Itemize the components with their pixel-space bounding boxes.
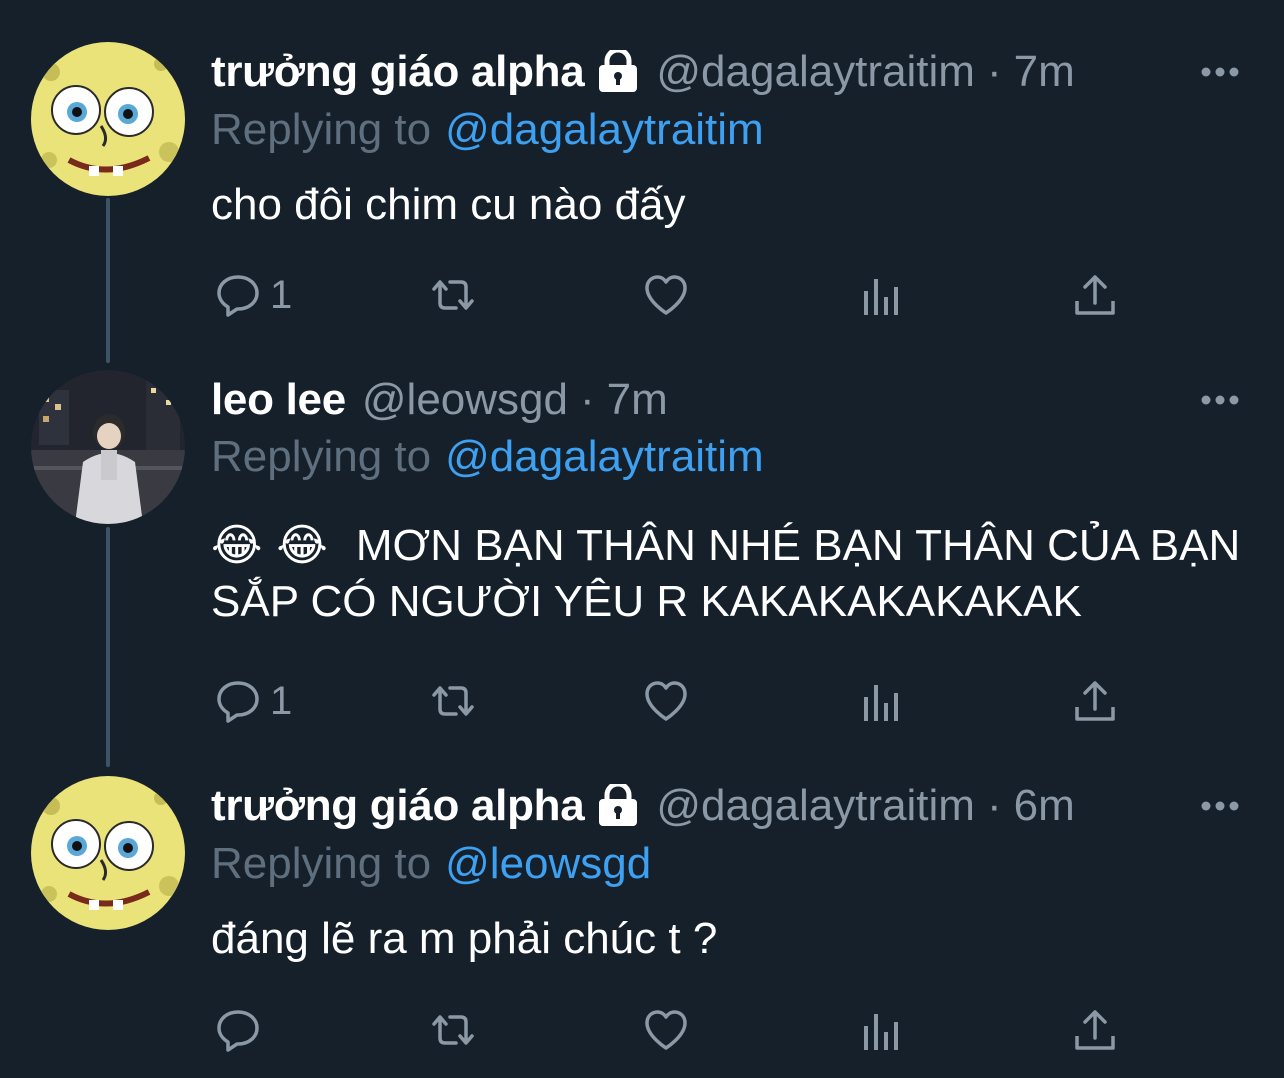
avatar-spongebob[interactable] xyxy=(31,776,185,930)
replying-to: Replying to @leowsgd xyxy=(211,834,651,894)
reply-button[interactable] xyxy=(214,1000,262,1060)
user-handle[interactable]: @dagalaytraitim xyxy=(656,776,975,836)
tweet[interactable]: trưởng giáo alpha @dagalaytraitim · 6m R… xyxy=(0,0,1284,1078)
timestamp[interactable]: 6m xyxy=(1014,776,1075,836)
separator-dot: · xyxy=(986,781,1002,830)
share-icon xyxy=(1075,1010,1115,1050)
tweet-header: trưởng giáo alpha @dagalaytraitim · 6m xyxy=(211,776,1075,836)
analytics-icon xyxy=(864,1014,898,1050)
analytics-button[interactable] xyxy=(860,1000,904,1060)
replying-label: Replying to xyxy=(211,839,432,888)
like-icon xyxy=(645,1010,687,1050)
retweet-icon xyxy=(432,1015,474,1045)
mention-link[interactable]: @leowsgd xyxy=(445,839,651,888)
display-name[interactable]: trưởng giáo alpha xyxy=(211,776,585,836)
share-button[interactable] xyxy=(1073,1000,1117,1060)
retweet-button[interactable] xyxy=(426,1000,480,1060)
reply-icon xyxy=(217,1010,259,1052)
like-button[interactable] xyxy=(642,1000,690,1060)
tweet-text: đáng lẽ ra m phải chúc t ? xyxy=(211,914,718,963)
more-options-icon[interactable] xyxy=(1198,791,1242,821)
lock-icon xyxy=(596,781,640,828)
tweet-actions xyxy=(0,1000,1284,1060)
